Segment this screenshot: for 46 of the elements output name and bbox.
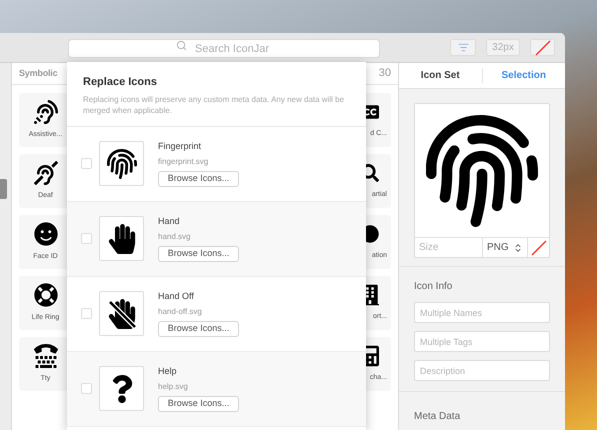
text-field[interactable]: Multiple Tags (414, 331, 550, 352)
checkbox[interactable] (81, 233, 92, 244)
section-heading: Icon Info (414, 280, 454, 294)
filter-button[interactable] (450, 39, 476, 56)
fingerprint-icon (106, 148, 136, 178)
deaf-ear-icon (34, 160, 58, 185)
search-field[interactable]: Search IconJar (68, 39, 380, 58)
crossed-hand-icon (106, 298, 136, 328)
format-select[interactable]: PNG (483, 238, 528, 257)
icon-name: Hand Off (158, 290, 194, 304)
no-color-icon (530, 240, 546, 256)
file-name: help.svg (158, 380, 188, 393)
updown-icon (513, 242, 523, 252)
icon-name: Fingerprint (158, 140, 202, 154)
hand-icon (106, 224, 136, 254)
dialog-description: Replacing icons will preserve any custom meta data. Any new data will be merged when applicable. (83, 94, 346, 116)
text-field[interactable]: Description (414, 360, 550, 381)
section-heading: Meta Data (414, 411, 460, 422)
smiling-face-icon (34, 222, 58, 246)
checkbox[interactable] (81, 158, 92, 169)
sidebar-handle[interactable] (0, 179, 7, 199)
icon-name: Hand (158, 215, 180, 228)
color-button[interactable] (530, 39, 555, 56)
phone-keyboard-icon (34, 344, 58, 368)
set-title: Symbolic (19, 66, 58, 80)
checkbox[interactable] (81, 383, 92, 394)
filter-icon (458, 42, 468, 53)
icon-count: 30 (378, 66, 391, 82)
no-color-icon (534, 40, 550, 56)
search-icon (176, 40, 187, 50)
browse-button[interactable]: Browse Icons... (158, 246, 239, 262)
ear-waves-icon (34, 100, 58, 124)
icon-name: Help (158, 365, 177, 378)
fingerprint-icon (426, 114, 538, 226)
checkbox[interactable] (81, 308, 92, 319)
text-field[interactable]: Multiple Names (414, 302, 550, 323)
file-name: fingerprint.svg (158, 156, 208, 168)
size-field[interactable]: Size (415, 238, 483, 257)
browse-button[interactable]: Browse Icons... (158, 320, 239, 337)
file-name: hand.svg (158, 230, 190, 243)
inspector-tab[interactable]: Icon Set (399, 68, 482, 83)
file-name: hand-off.svg (158, 306, 202, 318)
life-ring-icon (34, 282, 58, 307)
dialog-title: Replace Icons (83, 75, 158, 90)
browse-button[interactable]: Browse Icons... (158, 396, 239, 412)
browse-button[interactable]: Browse Icons... (158, 170, 239, 187)
